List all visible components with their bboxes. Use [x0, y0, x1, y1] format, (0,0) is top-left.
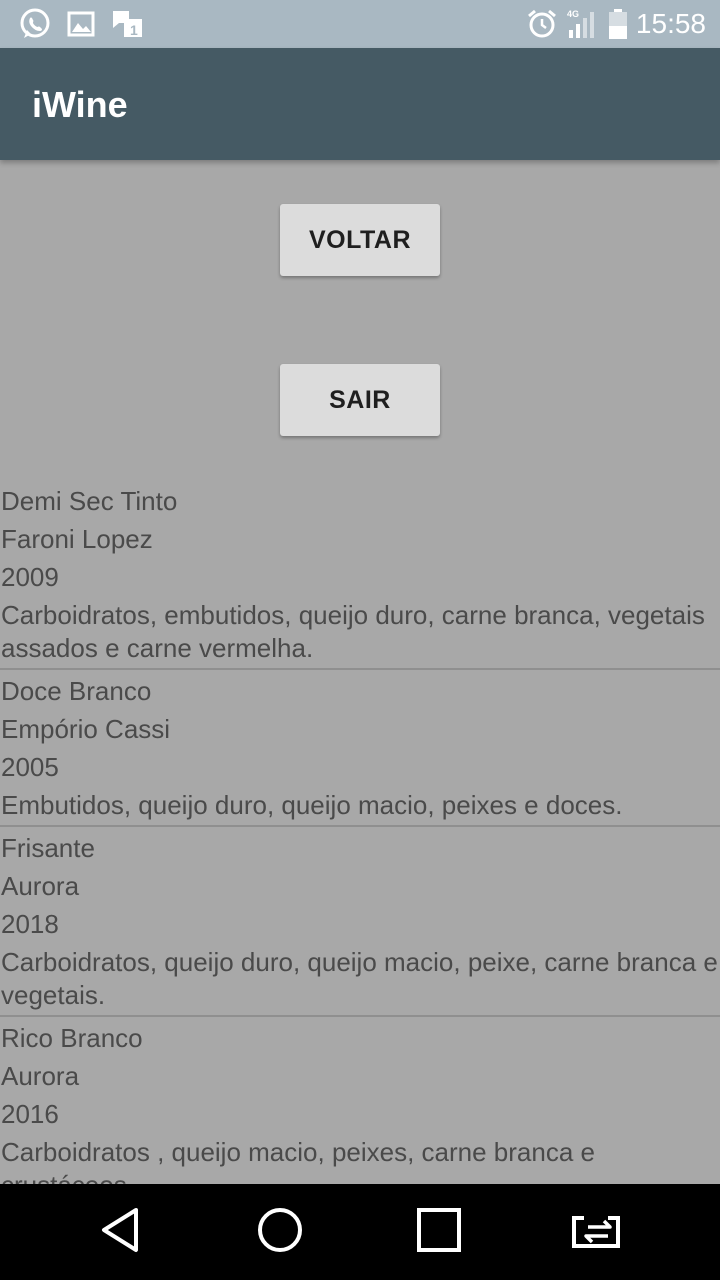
wine-name: Doce Branco — [1, 676, 152, 706]
wine-producer: Aurora — [1, 1061, 80, 1091]
network-type-label: 4G — [567, 9, 579, 19]
notification-icons: 1 — [18, 6, 158, 42]
wine-list-item[interactable]: Frisante Aurora 2018 Carboidratos, queij… — [0, 827, 720, 1017]
app-title: iWine — [32, 84, 128, 125]
wine-pairing: Carboidratos , queijo macio, peixes, car… — [1, 1137, 595, 1184]
battery-icon — [608, 8, 628, 40]
switch-app-icon — [570, 1210, 626, 1255]
back-icon — [98, 1206, 142, 1259]
wine-name: Rico Branco — [1, 1023, 143, 1053]
wine-name: Frisante — [1, 833, 95, 863]
signal-4g-icon: 4G — [566, 8, 600, 40]
wine-pairing: Embutidos, queijo duro, queijo macio, pe… — [1, 790, 623, 820]
wine-pairing: Carboidratos, embutidos, queijo duro, ca… — [1, 600, 705, 663]
status-bar: 1 4G 15:58 — [0, 0, 720, 48]
wine-year: 2009 — [1, 562, 59, 592]
wine-list-item[interactable]: Demi Sec Tinto Faroni Lopez 2009 Carboid… — [0, 480, 720, 670]
wine-pairing: Carboidratos, queijo duro, queijo macio,… — [1, 947, 718, 1010]
svg-text:1: 1 — [130, 22, 138, 38]
wine-year: 2016 — [1, 1099, 59, 1129]
recents-button[interactable] — [399, 1202, 479, 1262]
wine-producer: Aurora — [1, 871, 80, 901]
home-icon — [256, 1206, 304, 1259]
wine-list-item[interactable]: Rico Branco Aurora 2016 Carboidratos , q… — [0, 1017, 720, 1184]
whatsapp-icon — [18, 7, 52, 41]
wine-producer: Empório Cassi — [1, 714, 171, 744]
system-icons: 4G 15:58 — [518, 6, 706, 42]
navigation-bar — [0, 1184, 720, 1280]
home-button[interactable] — [240, 1202, 320, 1262]
wine-name: Demi Sec Tinto — [1, 486, 178, 516]
switch-app-button[interactable] — [558, 1202, 638, 1262]
recents-icon — [415, 1206, 463, 1259]
back-button[interactable] — [80, 1202, 160, 1262]
wine-year: 2018 — [1, 909, 59, 939]
status-time: 15:58 — [635, 8, 706, 39]
app-bar: iWine — [0, 48, 720, 160]
wine-list-item[interactable]: Doce Branco Empório Cassi 2005 Embutidos… — [0, 670, 720, 827]
sair-button[interactable]: SAIR — [280, 364, 440, 436]
image-icon — [66, 9, 96, 39]
wine-producer: Faroni Lopez — [1, 524, 153, 554]
alarm-icon — [526, 8, 558, 40]
message-icon: 1 — [110, 7, 144, 41]
voltar-button[interactable]: VOLTAR — [280, 204, 440, 276]
wine-list[interactable]: Demi Sec Tinto Faroni Lopez 2009 Carboid… — [0, 480, 720, 1184]
wine-year: 2005 — [1, 752, 59, 782]
